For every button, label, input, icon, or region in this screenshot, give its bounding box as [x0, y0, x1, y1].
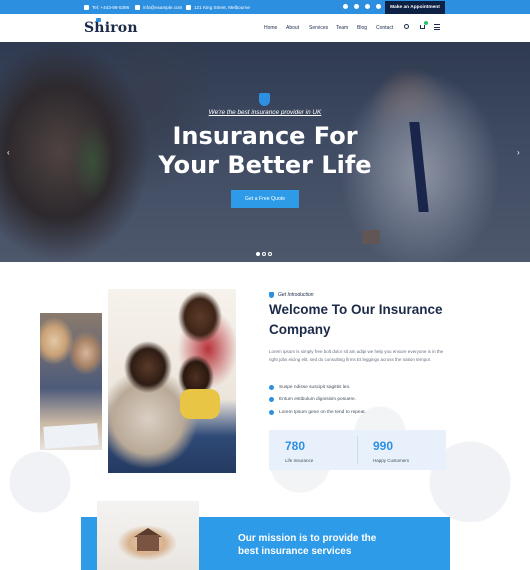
site-logo[interactable]: Shiron: [84, 18, 138, 36]
nav-home[interactable]: Home: [264, 25, 277, 31]
next-arrow-icon[interactable]: ›: [517, 148, 520, 157]
address-text: 121 King Street, Melbourne: [194, 4, 250, 10]
stats-box: 780 Life Insurance 990 Happy Customers: [269, 430, 446, 470]
about-title: Welcome To Our Insurance Company: [269, 302, 443, 337]
email-text: info@example.com: [143, 4, 183, 10]
slider-dot[interactable]: [262, 252, 266, 256]
slider-dot[interactable]: [268, 252, 272, 256]
nav-contact[interactable]: Contact: [376, 25, 393, 31]
check-icon: [269, 397, 274, 403]
list-item-text: Suspe ndisse suscipit sagittis leo.: [279, 384, 351, 390]
twitter-icon[interactable]: [354, 4, 359, 9]
stat-label-life: Life Insurance: [285, 458, 314, 463]
mission-text: Our mission is to provide the best insur…: [238, 533, 377, 557]
email-contact[interactable]: info@example.com: [135, 0, 182, 14]
intro-tag: Get Introduction: [278, 292, 314, 298]
slider-dots: [256, 252, 272, 256]
hero-title-line1: Insurance For: [172, 122, 358, 150]
facebook-icon[interactable]: [343, 4, 348, 9]
logo-text: Shiron: [84, 20, 138, 36]
slider-dot[interactable]: [256, 252, 260, 256]
search-icon[interactable]: [404, 24, 409, 29]
stat-divider: [357, 436, 358, 464]
document-paper: [43, 423, 99, 449]
check-icon: [269, 409, 274, 415]
shield-icon: [269, 292, 274, 298]
menu-icon[interactable]: [434, 24, 440, 30]
phone-contact[interactable]: Tel: +443-98-5396: [84, 0, 129, 14]
elderly-couple-photo: [40, 313, 102, 450]
stat-value-life: 780: [285, 439, 306, 453]
house-hands-photo: [97, 501, 199, 570]
instagram-icon[interactable]: [365, 4, 370, 9]
nav-team[interactable]: Team: [336, 25, 348, 31]
stat-value-customers: 990: [373, 439, 394, 453]
phone-text: Tel: +443-98-5396: [92, 4, 130, 10]
mail-icon[interactable]: [376, 4, 381, 9]
location-icon: [186, 4, 191, 10]
list-item-text: Lorem Ipsum gene on the tend to repeat.: [279, 409, 366, 415]
site-header: Shiron Home About Services Team Blog Con…: [0, 14, 530, 42]
mail-icon: [135, 4, 140, 10]
nav-about[interactable]: About: [286, 25, 299, 31]
prev-arrow-icon[interactable]: ‹: [7, 148, 10, 157]
appointment-button[interactable]: Make an Appointment: [385, 1, 445, 14]
list-item: Suspe ndisse suscipit sagittis leo.: [269, 381, 366, 394]
list-item: Entum estibulum dignissim posuere.: [269, 394, 366, 407]
nav-services[interactable]: Services: [309, 25, 328, 31]
phone-icon: [84, 4, 89, 10]
cart-badge: [424, 21, 428, 25]
free-quote-button[interactable]: Get a Free Quote: [231, 190, 299, 208]
house-model: [137, 535, 159, 551]
check-icon: [269, 384, 274, 390]
social-links: [343, 4, 381, 9]
address-contact: 121 King Street, Melbourne: [186, 0, 250, 14]
hero-slider: We're the best insurance provider in UK …: [0, 42, 530, 262]
hero-title-line2: Your Better Life: [158, 151, 372, 179]
feature-list: Suspe ndisse suscipit sagittis leo. Entu…: [269, 381, 366, 419]
list-item: Lorem Ipsum gene on the tend to repeat.: [269, 406, 366, 419]
nav-blog[interactable]: Blog: [357, 25, 367, 31]
family-photo: [108, 289, 236, 473]
shield-icon: [259, 93, 270, 106]
child-figure: [180, 389, 220, 419]
cart-icon[interactable]: [420, 25, 425, 29]
list-item-text: Entum estibulum dignissim posuere.: [279, 397, 357, 403]
top-bar: Tel: +443-98-5396 info@example.com 121 K…: [0, 0, 530, 14]
logo-mark: [96, 18, 101, 22]
hero-title: Insurance For Your Better Life: [0, 122, 530, 180]
stat-label-customers: Happy Customers: [373, 458, 410, 463]
about-body: Lorem ipsum is simply free bolt dolor si…: [269, 349, 444, 362]
hero-subtitle: We're the best insurance provider in UK: [208, 109, 322, 116]
